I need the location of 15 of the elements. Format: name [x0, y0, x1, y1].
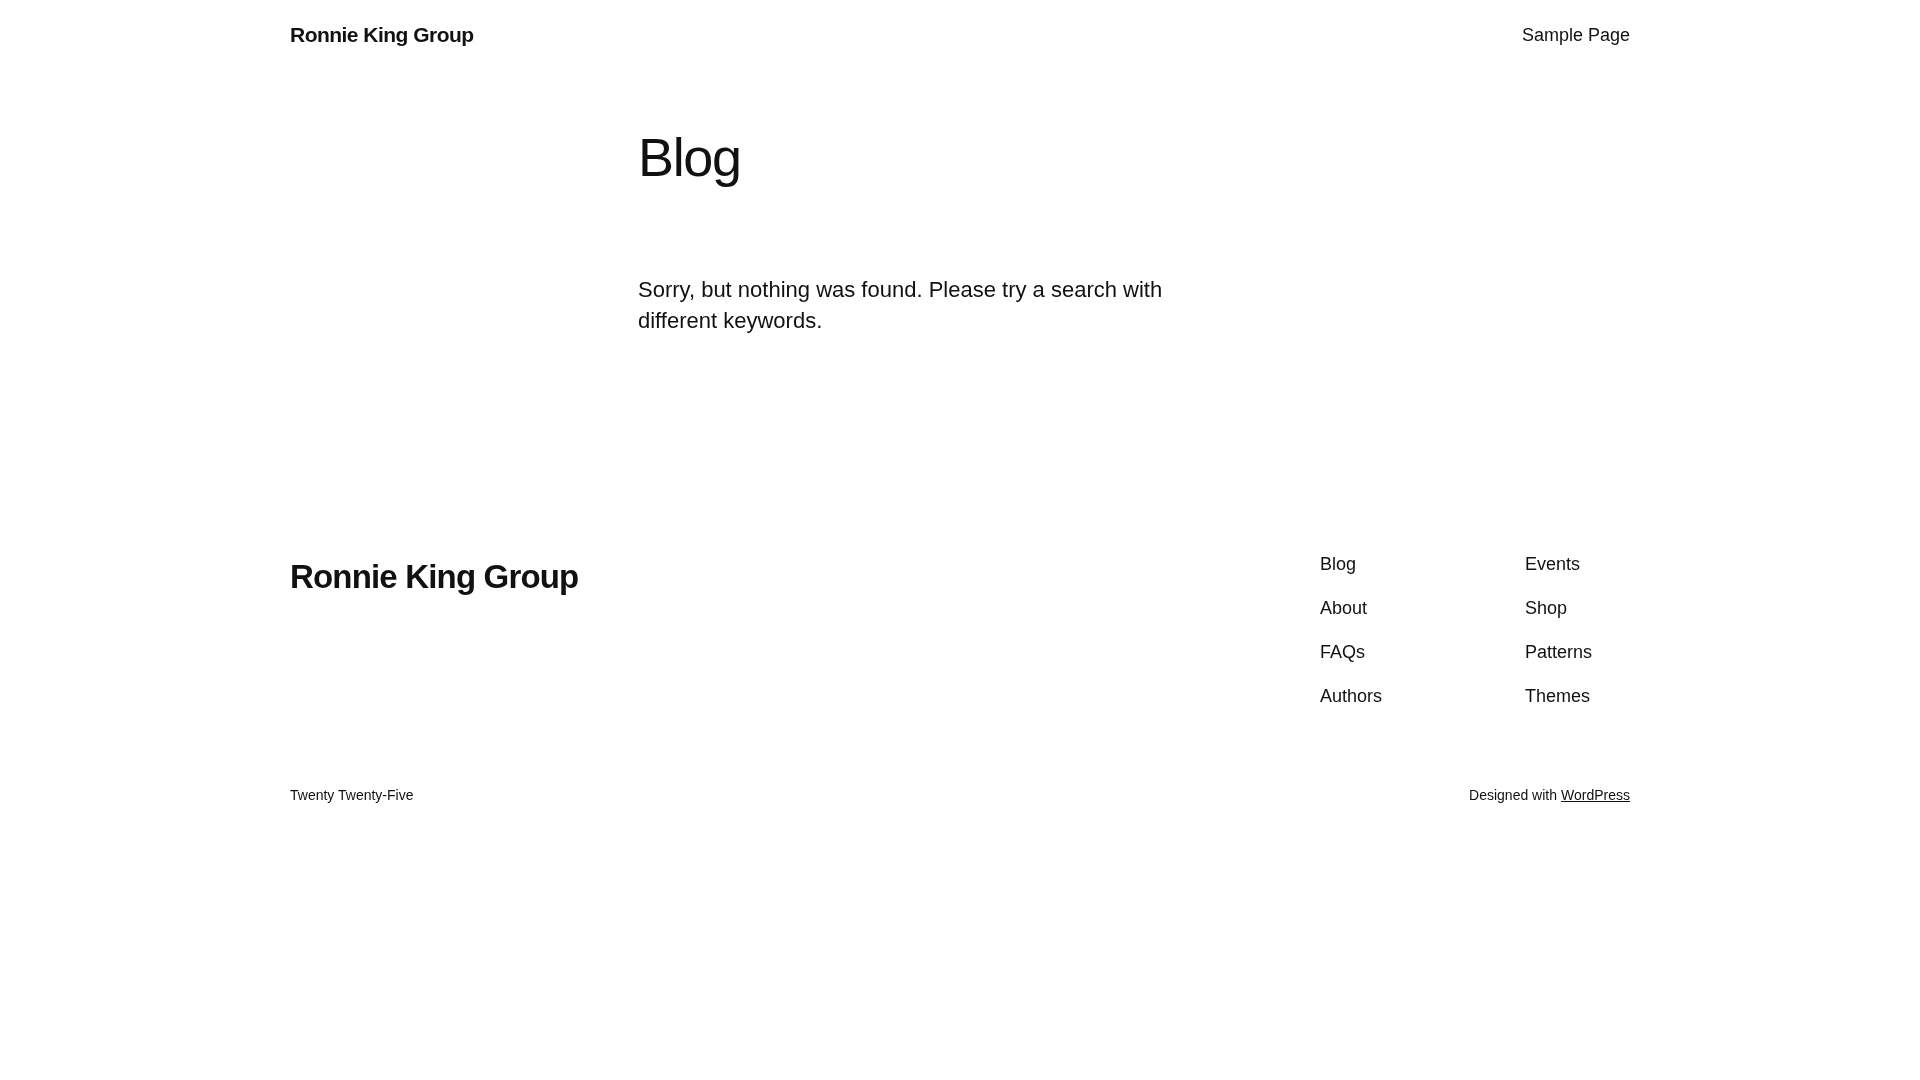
footer-nav-link[interactable]: About	[1320, 596, 1425, 620]
credit-text: Designed with	[1469, 786, 1557, 805]
no-results-message: Sorry, but nothing was found. Please try a search with different keywords.	[638, 276, 1164, 335]
footer-nav-link[interactable]: Themes	[1525, 684, 1630, 708]
theme-name: Twenty Twenty-Five	[290, 786, 414, 805]
footer-nav-link[interactable]: FAQs	[1320, 640, 1425, 664]
footer-nav-link[interactable]: Blog	[1320, 552, 1425, 576]
footer-site-title[interactable]: Ronnie King Group	[290, 552, 579, 785]
nav-link[interactable]: Sample Page	[1521, 21, 1630, 49]
wordpress-link[interactable]: WordPress	[1561, 785, 1630, 806]
site-title[interactable]: Ronnie King Group	[290, 19, 474, 51]
footer-nav-link[interactable]: Events	[1525, 552, 1630, 576]
footer-nav-link[interactable]: Patterns	[1525, 640, 1630, 664]
footer-nav-link[interactable]: Authors	[1320, 684, 1425, 708]
footer-nav-link[interactable]: Shop	[1525, 596, 1630, 620]
